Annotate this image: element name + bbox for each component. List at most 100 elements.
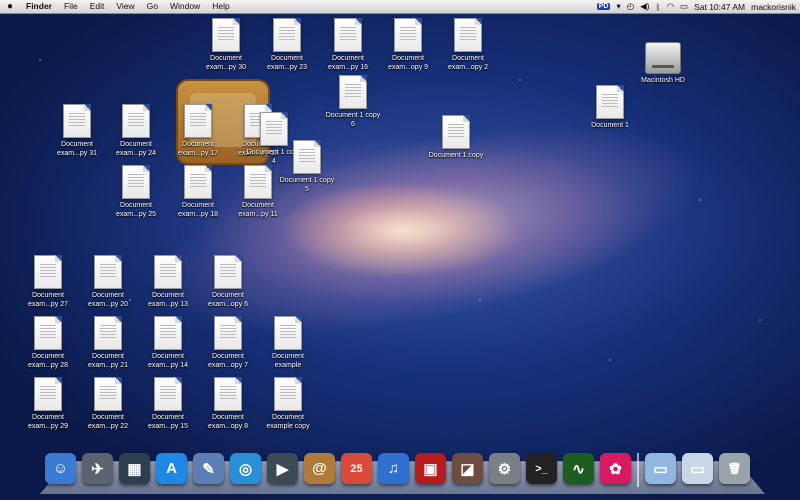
clock[interactable]: Sat 10:47 AM [694,2,745,12]
applications-folder-icon[interactable]: ▭ [645,453,676,484]
system-preferences-icon[interactable]: ⚙ [489,453,520,484]
desktop-file[interactable]: Document exam...py 23 [257,18,317,72]
macintosh-hd[interactable]: Macintosh HD [633,42,693,86]
activity-monitor-icon[interactable]: ∿ [563,453,594,484]
document-icon [154,255,182,289]
status-badge[interactable]: PD [596,3,611,10]
document-icon [34,255,62,289]
facetime-icon[interactable]: ▶ [267,453,298,484]
volume-icon[interactable]: ◀) [640,1,649,12]
document-icon [34,316,62,350]
launchpad-icon[interactable]: ✈ [82,453,113,484]
terminal-icon[interactable]: >_ [526,453,557,484]
desktop-file[interactable]: Document exam...opy 6 [198,255,258,309]
iphoto-icon[interactable]: ◪ [452,453,483,484]
user-name[interactable]: mackorisnik [751,2,796,12]
desktop-file[interactable]: Document exam...opy 2 [438,18,498,72]
desktop-file[interactable]: Document exam...py 21 [78,316,138,370]
document-icon [94,255,122,289]
desktop-file[interactable]: Document exam...py 11 [228,165,288,219]
desktop-file[interactable]: Document exam...opy 7 [198,316,258,370]
time-machine-icon[interactable]: ◴ [627,1,634,12]
file-label: Macintosh HD [641,77,685,84]
document-icon [212,18,240,52]
file-label: Document exam...py 22 [87,414,129,430]
file-label: Document exam...opy 2 [447,55,489,71]
desktop-file[interactable]: Document 1 [580,85,640,131]
document-icon [184,165,212,199]
document-icon [154,316,182,350]
desktop-file[interactable]: Document exam...opy 8 [198,377,258,431]
menu-app-finder[interactable]: Finder [20,0,58,13]
desktop-file[interactable]: Document exam...py 16 [318,18,378,72]
document-icon [94,377,122,411]
app-store-icon[interactable]: A [156,453,187,484]
desktop-file[interactable]: Document example [258,316,318,370]
file-label: Document exam...py 25 [115,202,157,218]
menu-view[interactable]: View [110,0,140,13]
desktop-file[interactable]: Document 1 copy 6 [323,75,383,129]
photo-booth-icon[interactable]: ▣ [415,453,446,484]
document-icon [273,18,301,52]
wifi-icon[interactable]: ◠ [667,1,674,12]
mission-control-icon[interactable]: ▦ [119,453,150,484]
document-icon [154,377,182,411]
file-label: Document exam...py 21 [87,353,129,369]
preview-icon[interactable]: ✎ [193,453,224,484]
menu-help[interactable]: Help [206,0,235,13]
desktop-file[interactable]: Document exam...py 13 [138,255,198,309]
document-icon [596,85,624,119]
desktop-file[interactable]: Document exam...py 31 [47,104,107,158]
file-label: Document exam...py 24 [115,141,157,157]
document-icon [214,316,242,350]
menu-go[interactable]: Go [141,0,164,13]
desktop-file[interactable]: Document exam...py 28 [18,316,78,370]
document-icon [274,316,302,350]
file-label: Document exam...py 27 [27,292,69,308]
file-label: Document example [272,353,304,369]
finder-icon[interactable]: ☺ [45,453,76,484]
safari-icon[interactable]: ◎ [230,453,261,484]
menu-window[interactable]: Window [164,0,206,13]
document-icon [274,377,302,411]
hard-drive-icon [645,42,681,74]
battery-icon[interactable]: ▭ [680,1,688,12]
desktop-file[interactable]: Document example copy [258,377,318,431]
file-label: Document exam...opy 8 [207,414,249,430]
itunes-icon[interactable]: ♫ [378,453,409,484]
file-label: Document exam...py 17 [177,141,219,157]
file-label: Document exam...py 31 [56,141,98,157]
desktop-file[interactable]: Document exam...py 25 [106,165,166,219]
desktop-file[interactable]: Document exam...py 17 [168,104,228,158]
file-label: Document exam...opy 7 [207,353,249,369]
desktop-file[interactable]: Document 1 copy [426,115,486,161]
app-icon[interactable]: ✿ [600,453,631,484]
desktop-file[interactable]: Document exam...py 20 [78,255,138,309]
file-label: Document exam...py 20 [87,292,129,308]
file-label: Document example copy [266,414,310,430]
document-icon [214,255,242,289]
file-label: Document exam...py 29 [27,414,69,430]
document-icon [34,377,62,411]
downloads-folder-icon[interactable]: ▭ [682,453,713,484]
file-label: Document exam...opy 9 [387,55,429,71]
desktop-file[interactable]: Document exam...py 30 [196,18,256,72]
desktop-file[interactable]: Document exam...py 18 [168,165,228,219]
apple-icon[interactable]: ● [0,1,20,12]
desktop-file[interactable]: Document exam...py 24 [106,104,166,158]
menu-file[interactable]: File [58,0,84,13]
desktop-file[interactable]: Document exam...py 22 [78,377,138,431]
trash-icon[interactable]: 🗑 [719,453,750,484]
address-book-icon[interactable]: @ [304,453,335,484]
document-icon [184,104,212,138]
desktop-file[interactable]: Document exam...py 15 [138,377,198,431]
menu-edit[interactable]: Edit [84,0,111,13]
desktop-file[interactable]: Document exam...py 29 [18,377,78,431]
bluetooth-icon[interactable]: ᛒ [656,2,661,12]
desktop-file[interactable]: Document exam...py 27 [18,255,78,309]
desktop-file[interactable]: Document exam...py 14 [138,316,198,370]
menu-extra-icon[interactable]: ▾ [616,1,620,12]
desktop-file[interactable]: Document exam...opy 9 [378,18,438,72]
ical-icon[interactable]: 25 [341,453,372,484]
document-icon [94,316,122,350]
